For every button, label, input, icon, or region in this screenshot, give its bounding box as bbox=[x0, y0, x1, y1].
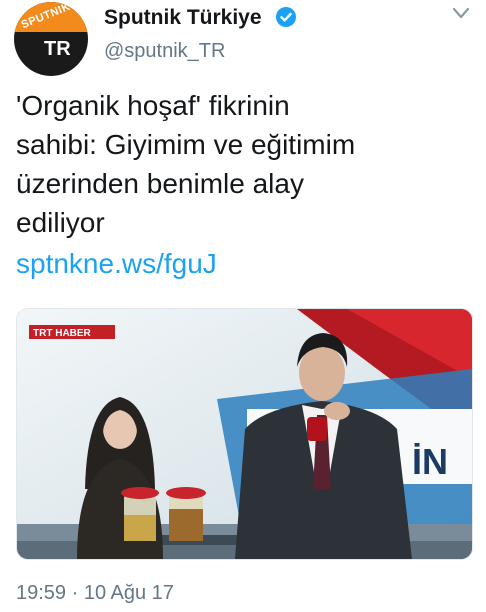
user-handle[interactable]: @sputnik_TR bbox=[104, 40, 225, 63]
tweet-text: 'Organik hoşaf' fikrinin sahibi: Giyimim… bbox=[16, 86, 471, 242]
display-name[interactable]: Sputnik Türkiye bbox=[104, 6, 262, 30]
chevron-down-icon[interactable] bbox=[452, 6, 470, 20]
tweet-timestamp[interactable]: 19:59 · 10 Ağu 17 bbox=[16, 582, 174, 605]
channel-logo: TRT HABER bbox=[33, 328, 92, 339]
media-photo: TRT HABER İN bbox=[17, 309, 472, 559]
avatar-sub-text: TR bbox=[44, 38, 71, 60]
tweet-link[interactable]: sptnkne.ws/fguJ bbox=[16, 248, 217, 280]
tweet-text-line: 'Organik hoşaf' fikrinin bbox=[16, 90, 290, 121]
backdrop-text: İN bbox=[412, 441, 448, 482]
tweet-text-line: üzerinden benimle alay bbox=[16, 168, 304, 199]
tweet-text-line: sahibi: Giyimim ve eğitimim bbox=[16, 129, 356, 160]
verified-badge-icon bbox=[276, 7, 296, 27]
avatar[interactable]: SPUTNIK TR bbox=[14, 2, 88, 76]
tweet-text-line: ediliyor bbox=[16, 207, 105, 238]
media-image[interactable]: TRT HABER İN bbox=[16, 308, 473, 560]
